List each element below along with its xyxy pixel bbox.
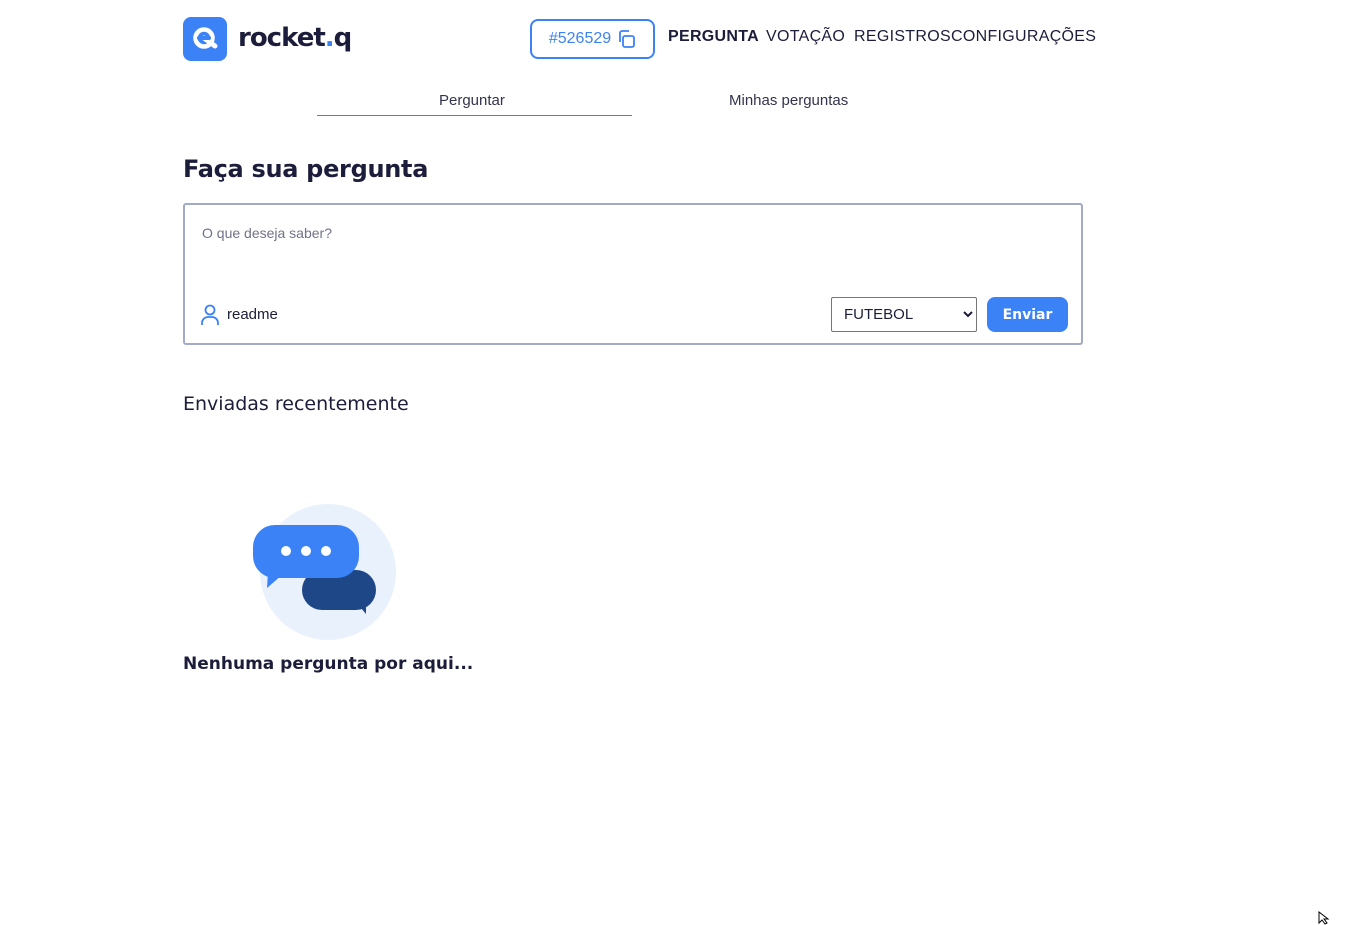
room-code-label: #526529 <box>548 30 612 47</box>
tab-perguntar[interactable]: Perguntar <box>439 92 505 109</box>
user-name: readme <box>227 306 278 323</box>
brand-name-tail: q <box>333 23 353 53</box>
recent-section-title: Enviadas recentemente <box>183 393 409 415</box>
empty-state-text: Nenhuma pergunta por aqui... <box>183 654 474 674</box>
user-icon <box>201 304 219 325</box>
category-select[interactable]: FUTEBOL <box>831 297 977 332</box>
nav-item-votacao[interactable]: VOTAÇÃO <box>766 28 845 46</box>
active-tab-indicator <box>317 115 632 116</box>
page-title: Faça sua pergunta <box>183 155 429 183</box>
chat-bubbles-icon <box>253 504 396 640</box>
nav-item-pergunta[interactable]: PERGUNTA <box>668 28 759 46</box>
brand-name[interactable]: rocket.q <box>238 20 353 56</box>
brand-name-dot: . <box>324 23 335 53</box>
copy-icon <box>619 30 636 48</box>
tab-minhas-perguntas[interactable]: Minhas perguntas <box>729 92 848 109</box>
room-code-button[interactable]: #526529 <box>530 19 655 59</box>
nav-item-registros[interactable]: REGISTROS <box>854 28 951 46</box>
logo-icon[interactable] <box>183 17 227 61</box>
send-button[interactable]: Enviar <box>987 297 1068 332</box>
brand-name-main: rocket <box>238 23 326 53</box>
nav-item-configuracoes[interactable]: CONFIGURAÇÕES <box>951 28 1096 46</box>
question-input[interactable] <box>202 225 1062 275</box>
